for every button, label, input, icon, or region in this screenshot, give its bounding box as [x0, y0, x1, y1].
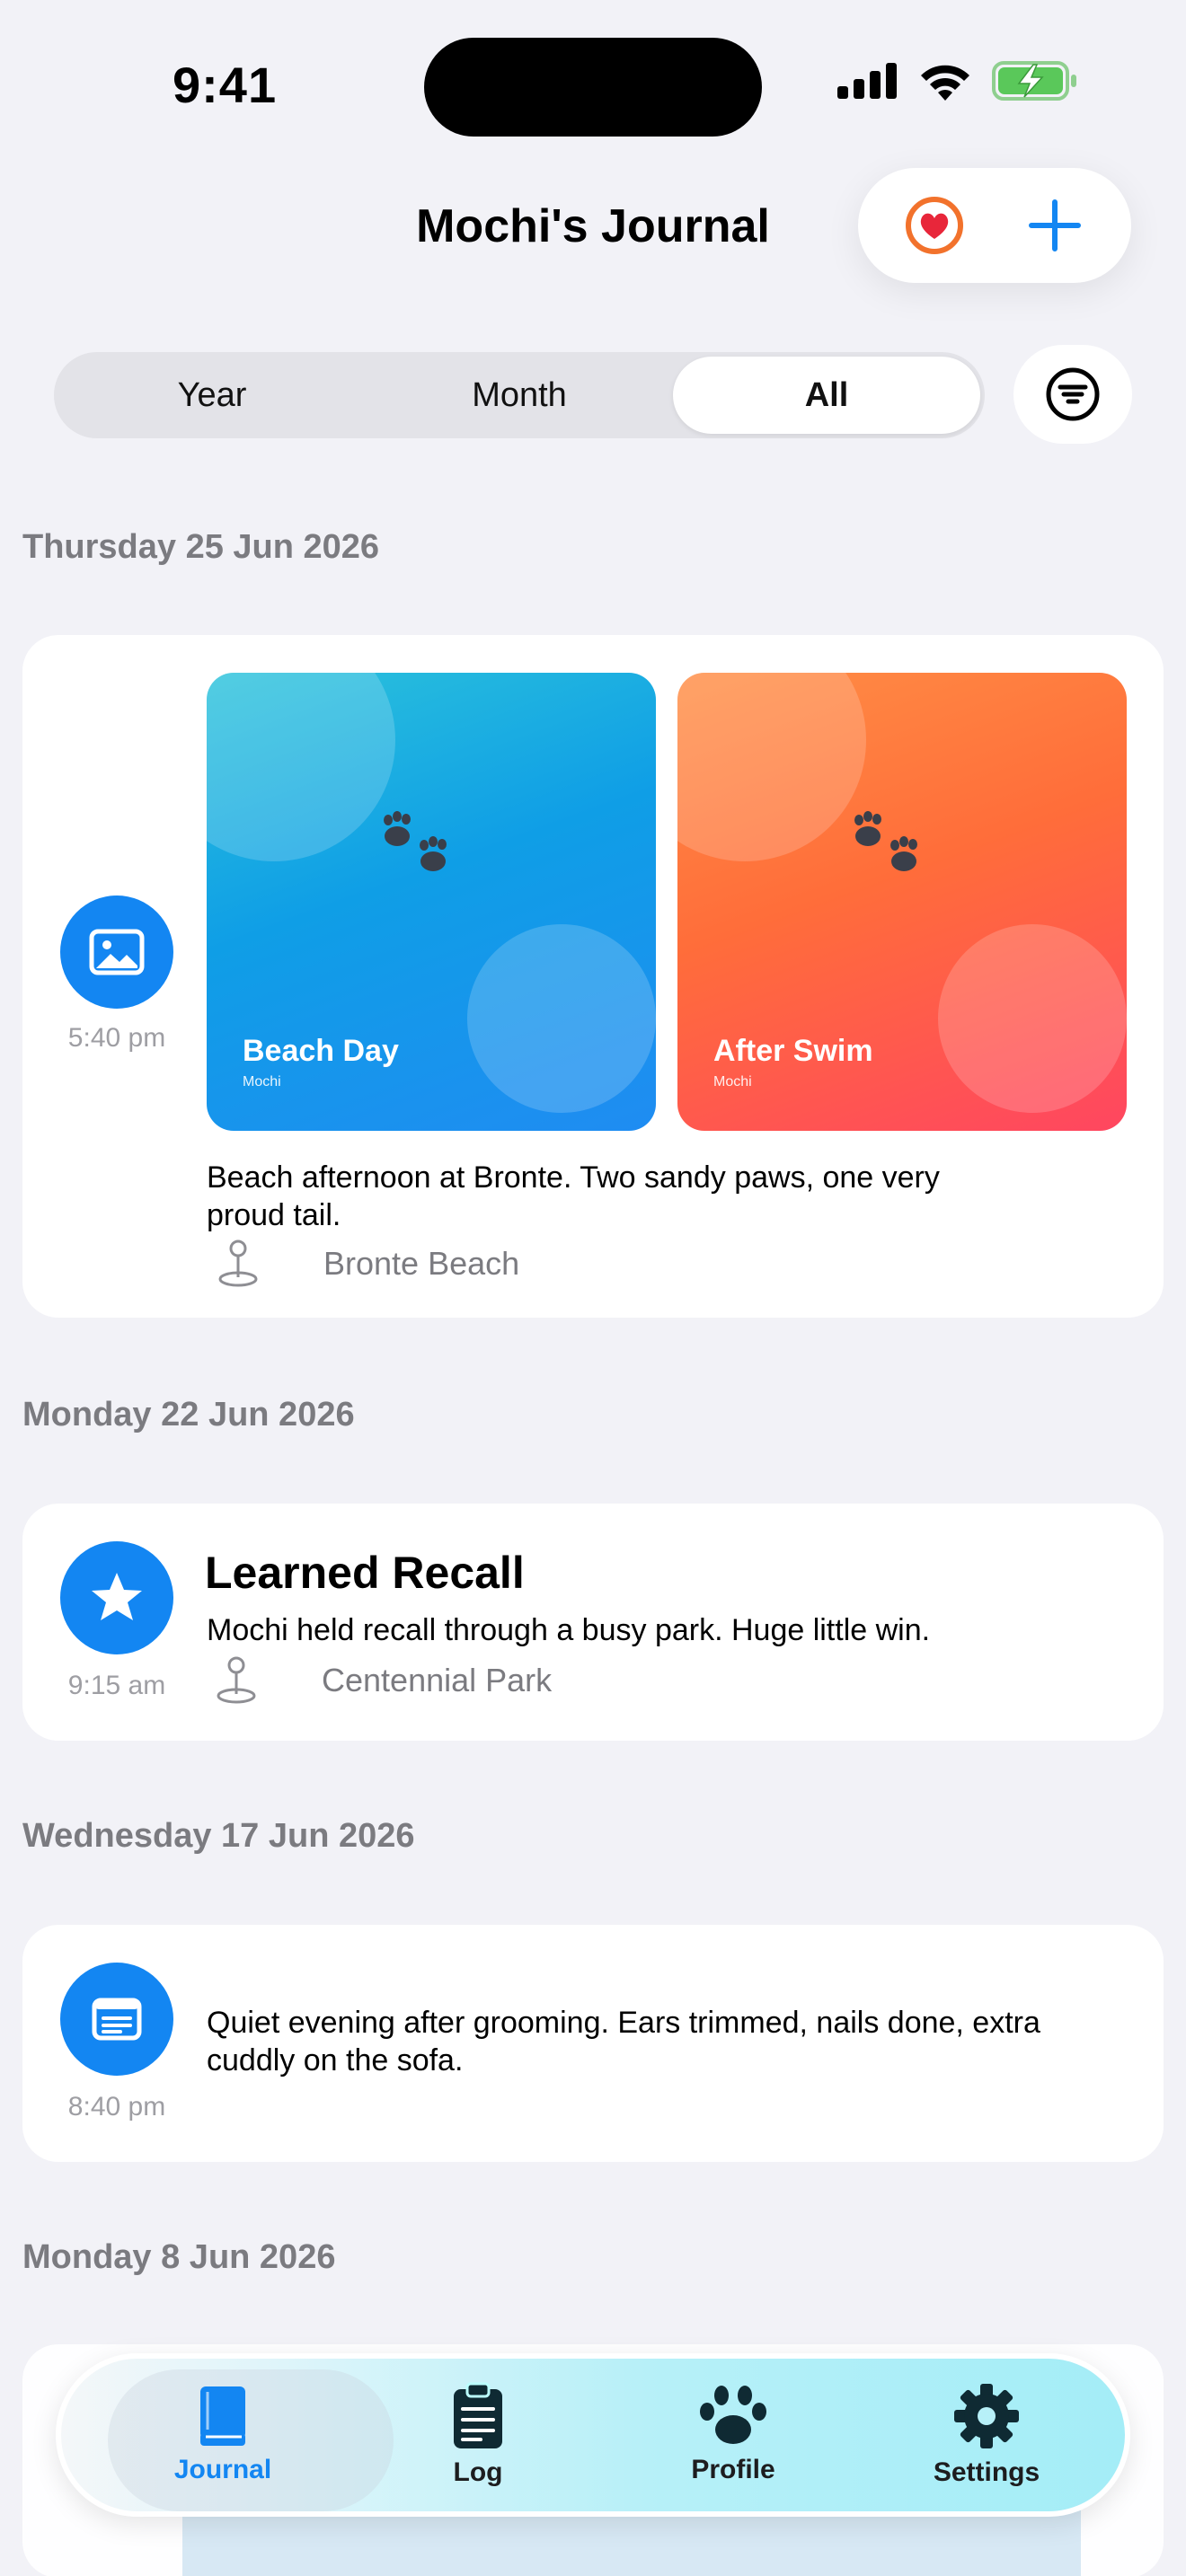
paw-icon	[384, 811, 447, 871]
period-segmented-control: Year Month All	[54, 352, 985, 438]
date-header: Thursday 25 Jun 2026	[22, 528, 380, 566]
entry-type-badge	[60, 1541, 173, 1654]
date-header: Monday 22 Jun 2026	[22, 1396, 355, 1434]
entry-text: Mochi held recall through a busy park. H…	[207, 1613, 931, 1647]
entry-text: Quiet evening after grooming. Ears trimm…	[207, 2006, 1040, 2078]
tab-label: Log	[453, 2457, 503, 2487]
book-icon	[200, 2386, 245, 2446]
segment-all[interactable]: All	[673, 357, 980, 434]
wifi-icon	[921, 65, 969, 101]
entry-text: Beach afternoon at Bronte. Two sandy paw…	[207, 1160, 940, 1232]
note-icon	[92, 1998, 142, 2041]
nav-actions	[858, 168, 1131, 283]
tab-label: Profile	[691, 2455, 775, 2484]
photo-thumbnail[interactable]: Beach Day Mochi	[207, 673, 656, 1131]
paw-icon	[854, 811, 917, 871]
star-icon	[92, 1573, 142, 1620]
journal-entry-card[interactable]: 8:40 pm Quiet evening after grooming. Ea…	[22, 1925, 1164, 2162]
gear-icon	[954, 2384, 1019, 2448]
decor-bubble	[677, 673, 866, 861]
segment-month[interactable]: Month	[366, 357, 673, 434]
add-entry-button[interactable]	[1010, 181, 1100, 270]
favorite-button[interactable]	[890, 181, 979, 270]
journal-entry-card[interactable]: 9:15 am Learned Recall Mochi held recall…	[22, 1504, 1164, 1741]
filter-button[interactable]	[1013, 345, 1132, 444]
paw-icon	[700, 2386, 766, 2444]
location-label: Centennial Park	[322, 1662, 553, 1698]
tab-profile[interactable]: Profile	[607, 2359, 859, 2511]
location-pin-icon	[218, 1239, 258, 1287]
plus-icon	[1029, 199, 1081, 251]
entry-title: Learned Recall	[205, 1548, 525, 1598]
entry-location[interactable]: Bronte Beach	[216, 1239, 519, 1288]
location-label: Bronte Beach	[323, 1245, 520, 1282]
entry-time: 9:15 am	[67, 1671, 166, 1700]
photo-title: After Swim	[713, 1034, 873, 1068]
status-time: 9:41	[173, 57, 278, 113]
date-header: Monday 8 Jun 2026	[22, 2238, 336, 2276]
entry-time: 8:40 pm	[67, 2092, 166, 2122]
tab-label: Settings	[933, 2457, 1040, 2487]
segment-year[interactable]: Year	[58, 357, 366, 434]
battery-charging-icon	[992, 61, 1076, 101]
tab-journal[interactable]: Journal	[97, 2359, 394, 2511]
filter-icon	[1046, 367, 1100, 421]
journal-entry-card[interactable]: 5:40 pm Beach Day Mochi After Swim Mochi…	[22, 635, 1164, 1318]
tab-label: Journal	[173, 2455, 272, 2484]
date-header: Wednesday 17 Jun 2026	[22, 1817, 415, 1855]
decor-bubble	[938, 924, 1127, 1113]
cellular-signal-icon	[837, 63, 897, 99]
tab-log[interactable]: Log	[352, 2359, 604, 2511]
location-pin-icon	[217, 1656, 256, 1704]
entry-time: 5:40 pm	[67, 1023, 166, 1053]
photo-subtitle: Mochi	[713, 1074, 752, 1090]
photo-icon	[89, 929, 145, 975]
photo-thumbnail[interactable]: After Swim Mochi	[677, 673, 1127, 1131]
photo-title: Beach Day	[243, 1034, 399, 1068]
status-icons	[837, 61, 1078, 101]
entry-type-badge	[60, 895, 173, 1009]
decor-bubble	[207, 673, 395, 861]
heart-circle-icon	[906, 197, 963, 254]
dynamic-island	[424, 38, 762, 137]
entry-type-badge	[60, 1963, 173, 2076]
tab-bar: Journal Log Profile Settings	[56, 2353, 1130, 2517]
decor-bubble	[467, 924, 656, 1113]
photo-subtitle: Mochi	[243, 1074, 281, 1090]
tab-settings[interactable]: Settings	[861, 2359, 1112, 2511]
clipboard-icon	[454, 2382, 502, 2448]
entry-location[interactable]: Centennial Park	[214, 1656, 552, 1705]
status-bar: 9:41	[0, 0, 1186, 162]
